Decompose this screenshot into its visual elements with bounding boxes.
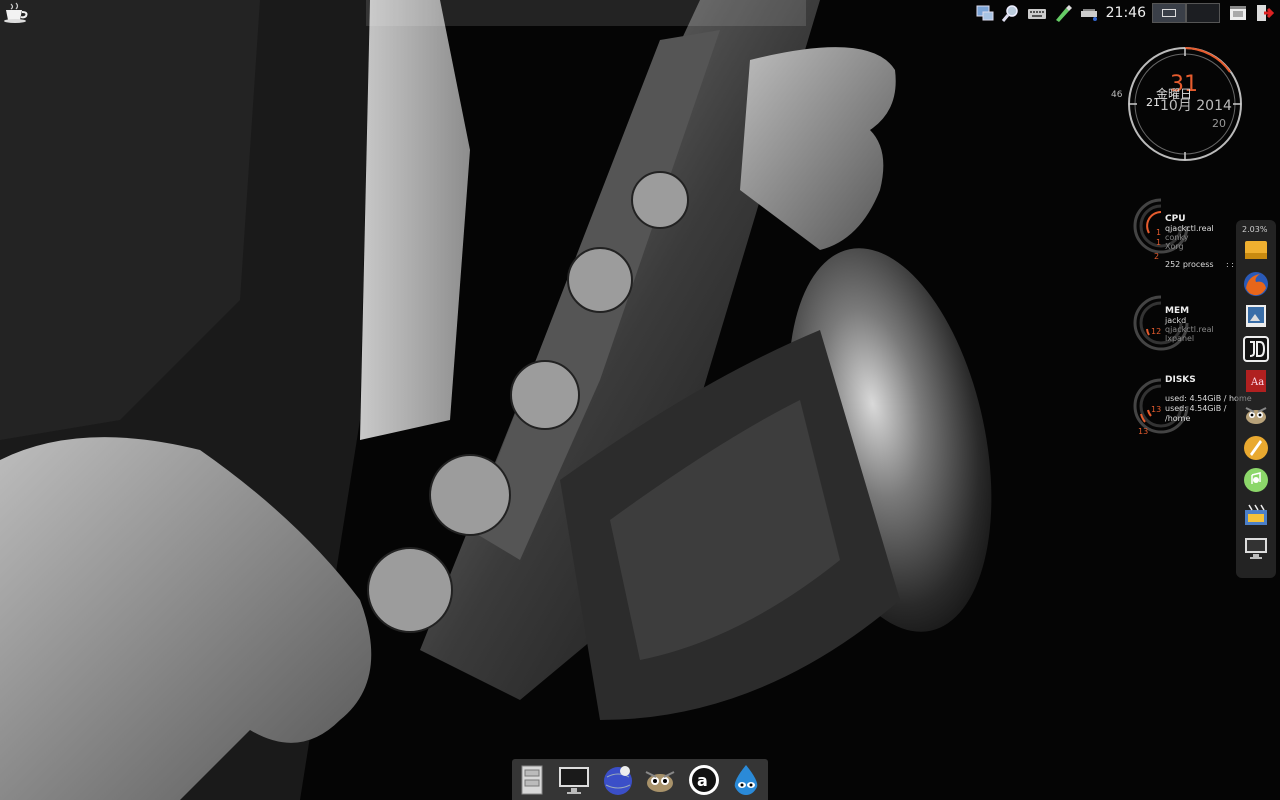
disks-line-2: used: 4.54GiB / [1165,404,1227,413]
desktop-pager-1[interactable] [1152,3,1186,23]
cpu-ring-value-3: 2 [1154,252,1160,261]
logout-icon[interactable] [1252,1,1276,25]
gimp-icon[interactable] [642,762,678,798]
cpu-process-1: qjackctl.real [1165,224,1214,233]
clock-month-year: 10月 2014 [1160,98,1232,114]
window-list-icon[interactable] [1226,1,1250,25]
jd-icon[interactable] [1241,335,1271,363]
panel-clock[interactable]: 21:46 [1106,5,1146,21]
dictionary-icon[interactable]: Aa [1241,367,1271,395]
drive-icon[interactable] [1241,236,1271,264]
disks-ring-value-2: 13 [1138,427,1149,436]
cpu-process-3: Xorg [1165,242,1184,251]
keyboard-icon[interactable] [1025,1,1049,25]
cpu-ring-value-2: 1 [1156,238,1162,247]
cpu-process-summary: 252 process [1165,260,1214,269]
monitor-icon[interactable] [556,762,592,798]
mem-ring-value: 12 [1151,327,1162,336]
magnifier-icon[interactable] [999,1,1023,25]
dock-usage-percent: 2.03% [1242,225,1268,234]
mem-title: MEM [1165,306,1190,316]
disks-line-3: /home [1165,414,1191,423]
gimp-icon[interactable] [1241,400,1271,428]
svg-text:Aa: Aa [1250,377,1264,388]
firefox-icon[interactable] [1241,270,1271,298]
taskbar[interactable] [366,0,806,26]
file-cabinet-icon[interactable] [514,762,550,798]
cpu-process-2: conky [1165,233,1189,242]
cpu-title: CPU [1165,214,1186,224]
video-editor-icon[interactable] [1241,501,1271,529]
desktop-wallpaper [0,0,1280,800]
usb-drive-icon[interactable] [1077,1,1101,25]
mem-process-2: qjackctl.real [1165,325,1214,334]
inkscape-icon[interactable] [1241,434,1271,462]
clock-hour: 21 [1146,96,1160,109]
dropbox-drop-icon[interactable] [728,762,764,798]
mem-process-3: lxpanel [1165,334,1195,343]
pen-icon[interactable] [1051,1,1075,25]
music-player-icon[interactable] [1241,466,1271,494]
cpu-separator: : : [1226,260,1234,269]
clock-second: 46 [1111,90,1123,100]
top-panel: 21:46 [0,0,1280,26]
monitor-icon[interactable] [1241,534,1271,562]
svg-text:a: a [697,771,708,790]
image-viewer-icon[interactable] [1241,302,1271,330]
mem-process-1: jackd [1165,316,1187,325]
network-icon[interactable] [973,1,997,25]
clock-minute: 20 [1212,117,1226,130]
coffee-cup-icon[interactable] [2,2,30,24]
ardour-icon[interactable]: a [686,762,722,798]
desktop-pager-2[interactable] [1186,3,1220,23]
cpu-ring-value-1: 1 [1156,228,1162,237]
disks-title: DISKS [1165,375,1196,385]
system-tray: 21:46 [972,0,1280,26]
globe-icon[interactable] [600,762,636,798]
disks-ring-value-1: 13 [1151,405,1162,414]
